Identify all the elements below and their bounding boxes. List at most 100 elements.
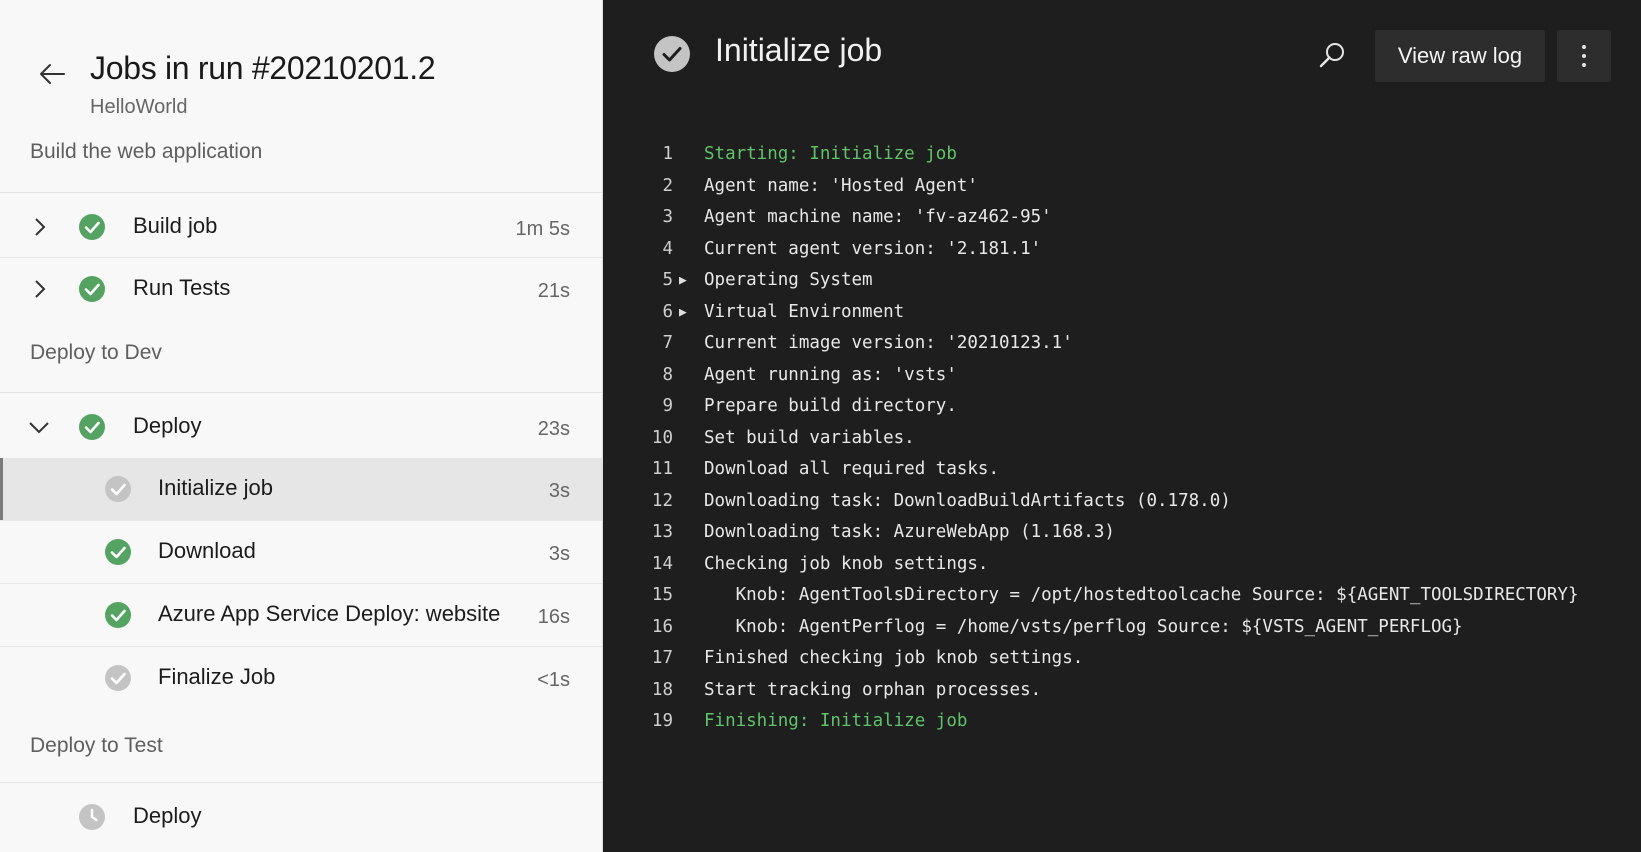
line-number: 1 bbox=[662, 144, 673, 164]
log-text: Agent name: 'Hosted Agent' bbox=[704, 175, 978, 196]
line-number: 2 bbox=[662, 175, 673, 196]
stage-header: Deploy to Dev bbox=[30, 341, 162, 364]
pipeline-name: HelloWorld bbox=[90, 96, 188, 118]
job-duration: 21s bbox=[537, 280, 570, 302]
log-line: 8 Agent running as: 'vsts' bbox=[603, 360, 1641, 392]
log-line: 18 Start tracking orphan processes. bbox=[603, 675, 1641, 707]
log-line[interactable]: 6 ▶ Virtual Environment bbox=[603, 297, 1641, 329]
back-button[interactable] bbox=[34, 56, 70, 92]
triangle-right-icon[interactable]: ▶ bbox=[679, 297, 687, 329]
log-text: Knob: AgentPerflog = /home/vsts/perflog … bbox=[704, 616, 1463, 637]
divider bbox=[0, 192, 602, 193]
line-number: 12 bbox=[651, 490, 673, 511]
log-line: 14 Checking job knob settings. bbox=[603, 549, 1641, 581]
line-number: 18 bbox=[651, 679, 673, 700]
check-circle-icon bbox=[654, 36, 690, 72]
line-number: 14 bbox=[651, 553, 673, 574]
log-text: Finishing: Initialize job bbox=[704, 711, 968, 731]
log-line: 2 Agent name: 'Hosted Agent' bbox=[603, 171, 1641, 203]
job-label: Deploy bbox=[133, 803, 202, 828]
job-row[interactable]: Build job 1m 5s bbox=[0, 196, 602, 258]
log-text: Knob: AgentToolsDirectory = /opt/hostedt… bbox=[704, 585, 1579, 605]
log-text: Finished checking job knob settings. bbox=[704, 648, 1084, 668]
log-text: Downloading task: DownloadBuildArtifacts… bbox=[704, 490, 1231, 511]
check-circle-icon bbox=[105, 539, 131, 565]
log-line: 4 Current agent version: '2.181.1' bbox=[603, 234, 1641, 266]
step-row-selected[interactable]: Initialize job 3s bbox=[0, 458, 602, 520]
job-label: Build job bbox=[133, 213, 218, 238]
stage-header: Deploy to Test bbox=[30, 734, 163, 757]
log-text: Download all required tasks. bbox=[704, 459, 1000, 479]
chevron-right-icon[interactable] bbox=[28, 277, 52, 301]
log-title: Initialize job bbox=[715, 32, 883, 68]
job-row[interactable]: Deploy bbox=[0, 786, 602, 848]
log-text: Start tracking orphan processes. bbox=[704, 679, 1042, 700]
step-label: Initialize job bbox=[158, 475, 273, 500]
line-number: 4 bbox=[662, 238, 673, 259]
step-row[interactable]: Download 3s bbox=[0, 521, 602, 583]
log-text: Agent machine name: 'fv-az462-95' bbox=[704, 207, 1052, 227]
log-text: Checking job knob settings. bbox=[704, 553, 989, 574]
more-options-button[interactable] bbox=[1557, 30, 1611, 82]
arrow-left-icon bbox=[40, 64, 65, 84]
log-line: 10 Set build variables. bbox=[603, 423, 1641, 455]
divider bbox=[0, 782, 602, 783]
log-text: Current agent version: '2.181.1' bbox=[704, 238, 1042, 259]
log-line: 15 Knob: AgentToolsDirectory = /opt/host… bbox=[603, 580, 1641, 612]
job-row[interactable]: Run Tests 21s bbox=[0, 258, 602, 320]
line-number: 8 bbox=[662, 364, 673, 385]
check-circle-icon bbox=[105, 476, 131, 502]
line-number: 5 bbox=[662, 270, 673, 290]
log-line: 16 Knob: AgentPerflog = /home/vsts/perfl… bbox=[603, 612, 1641, 644]
log-line: 11 Download all required tasks. bbox=[603, 454, 1641, 486]
line-number: 7 bbox=[662, 333, 673, 353]
check-circle-icon bbox=[79, 414, 105, 440]
stage-header: Build the web application bbox=[30, 140, 263, 163]
page-title: Jobs in run #20210201.2 bbox=[90, 50, 436, 86]
log-text: Virtual Environment bbox=[704, 301, 905, 322]
search-icon bbox=[1319, 43, 1344, 68]
log-text: Agent running as: 'vsts' bbox=[704, 364, 957, 385]
job-label: Deploy bbox=[133, 413, 202, 438]
search-button[interactable] bbox=[1316, 40, 1348, 72]
step-row[interactable]: Finalize Job <1s bbox=[0, 647, 602, 709]
step-duration: <1s bbox=[537, 669, 570, 691]
step-label: Download bbox=[158, 538, 256, 563]
log-text: Set build variables. bbox=[704, 427, 915, 448]
line-number: 11 bbox=[651, 459, 673, 479]
log-line[interactable]: 5 ▶ Operating System bbox=[603, 265, 1641, 297]
line-number: 17 bbox=[651, 648, 673, 668]
job-duration: 1m 5s bbox=[515, 218, 570, 240]
line-number: 10 bbox=[651, 427, 673, 448]
step-label: Azure App Service Deploy: website bbox=[158, 601, 501, 626]
log-line: 13 Downloading task: AzureWebApp (1.168.3… bbox=[603, 517, 1641, 549]
step-row[interactable]: Azure App Service Deploy: website 16s bbox=[0, 584, 602, 646]
log-text: Starting: Initialize job bbox=[704, 144, 957, 164]
step-duration: 3s bbox=[548, 480, 570, 502]
jobs-panel: Jobs in run #20210201.2 HelloWorld Build… bbox=[0, 0, 603, 852]
check-circle-icon bbox=[79, 214, 105, 240]
step-label: Finalize Job bbox=[158, 664, 276, 689]
log-text: Operating System bbox=[704, 270, 873, 290]
log-line: 19 Finishing: Initialize job bbox=[603, 706, 1641, 738]
clock-icon bbox=[79, 804, 105, 830]
divider bbox=[0, 392, 602, 393]
line-number: 15 bbox=[651, 585, 673, 605]
chevron-right-icon[interactable] bbox=[28, 215, 52, 239]
chevron-down-icon[interactable] bbox=[27, 415, 51, 439]
check-circle-icon bbox=[105, 602, 131, 628]
log-output: 1 Starting: Initialize job 2 Agent name: '… bbox=[603, 139, 1641, 738]
log-text: Prepare build directory. bbox=[704, 396, 957, 416]
line-number: 3 bbox=[662, 207, 673, 227]
more-vertical-icon bbox=[1582, 45, 1586, 67]
view-raw-log-button[interactable]: View raw log bbox=[1375, 30, 1545, 82]
step-duration: 16s bbox=[537, 606, 570, 628]
log-panel: Initialize job View raw log 1 Starting: I… bbox=[603, 0, 1641, 852]
log-line: 17 Finished checking job knob settings. bbox=[603, 643, 1641, 675]
log-line: 3 Agent machine name: 'fv-az462-95' bbox=[603, 202, 1641, 234]
line-number: 13 bbox=[651, 522, 673, 542]
log-line: 12 Downloading task: DownloadBuildArtifac… bbox=[603, 486, 1641, 518]
log-text: Downloading task: AzureWebApp (1.168.3) bbox=[704, 522, 1115, 542]
triangle-right-icon[interactable]: ▶ bbox=[679, 265, 687, 297]
job-row[interactable]: Deploy 23s bbox=[0, 396, 602, 458]
